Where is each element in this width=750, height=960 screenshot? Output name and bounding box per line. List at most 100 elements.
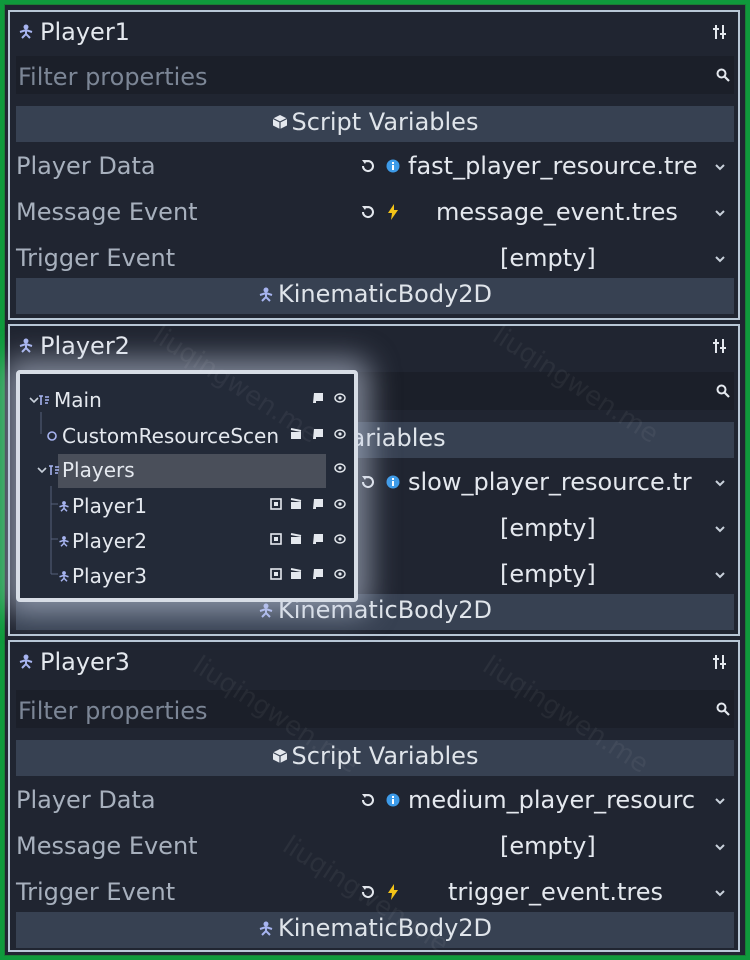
section-kinematic-body[interactable]: KinematicBody2D (16, 912, 734, 948)
script-cube-icon (272, 115, 287, 129)
eye-icon[interactable] (334, 498, 346, 510)
revert-icon[interactable] (360, 158, 376, 174)
panel-title: Player2 (40, 332, 130, 360)
property-label: Message Event (16, 832, 198, 860)
chevron-down-icon[interactable] (714, 842, 726, 852)
node2d-icon (49, 465, 59, 475)
resource-picker[interactable]: [empty] (352, 238, 734, 278)
eye-icon[interactable] (334, 428, 346, 440)
inspector-panel-player1: Player1 Filter properties Script Variabl… (8, 10, 740, 320)
chevron-down-icon[interactable] (36, 464, 48, 476)
script-icon[interactable] (312, 533, 324, 545)
kinematic-body-icon (19, 24, 33, 39)
resource-value: trigger_event.tres (448, 878, 664, 906)
panel-header: Player3 (10, 642, 738, 682)
section-script-variables[interactable]: Script Variables (16, 106, 734, 142)
property-row-message-event: Message Event [empty] (16, 824, 734, 868)
property-row-player-data: Player Data fast_player_resource.tre (16, 144, 734, 188)
script-icon[interactable] (312, 392, 324, 404)
resource-value: [empty] (500, 832, 596, 860)
resource-value: [empty] (500, 244, 596, 272)
property-label: Trigger Event (16, 878, 176, 906)
tree-label: Player2 (72, 529, 147, 553)
section-kinematic-body[interactable]: KinematicBody2D (16, 278, 734, 314)
chevron-down-icon[interactable] (714, 162, 726, 172)
revert-icon[interactable] (360, 474, 376, 490)
filter-properties-input[interactable]: Filter properties (16, 690, 734, 728)
section-label: KinematicBody2D (277, 280, 493, 308)
section-label: Script Variables (291, 742, 479, 770)
resource-picker[interactable]: [empty] (352, 508, 734, 548)
tree-item-player2[interactable]: Player2 (20, 525, 354, 559)
property-label: Player Data (16, 786, 156, 814)
tools-icon[interactable] (712, 654, 728, 670)
filter-properties-input[interactable]: Filter properties (16, 56, 734, 94)
script-icon[interactable] (312, 428, 324, 440)
inspector-panel-player3: Player3 Filter properties Script Variabl… (8, 640, 740, 952)
kinematic-body-icon (259, 603, 273, 618)
resource-value: medium_player_resourc (408, 786, 696, 814)
chevron-down-icon[interactable] (714, 796, 726, 806)
resource-picker[interactable]: [empty] (352, 826, 734, 866)
tree-item-customresourcescen[interactable]: CustomResourceScen (20, 420, 354, 454)
resource-picker[interactable]: medium_player_resourc (352, 780, 734, 820)
instance-icon[interactable] (270, 498, 282, 510)
kinematic-body-icon (19, 654, 33, 669)
eye-icon[interactable] (334, 533, 346, 545)
info-resource-icon (386, 793, 400, 807)
resource-picker[interactable]: trigger_event.tres (352, 872, 734, 912)
resource-value: [empty] (500, 514, 596, 542)
script-cube-icon (272, 749, 287, 763)
chevron-down-icon[interactable] (714, 478, 726, 488)
tools-icon[interactable] (712, 338, 728, 354)
resource-picker[interactable]: message_event.tres (352, 192, 734, 232)
chevron-down-icon[interactable] (714, 888, 726, 898)
section-script-variables[interactable]: Script Variables (16, 740, 734, 776)
tree-label: Main (54, 388, 102, 412)
chevron-down-icon[interactable] (714, 254, 726, 264)
lightning-signal-icon (388, 884, 398, 900)
revert-icon[interactable] (360, 792, 376, 808)
eye-icon[interactable] (334, 462, 346, 474)
property-label: Trigger Event (16, 244, 176, 272)
property-label: Message Event (16, 198, 198, 226)
tree-item-player1[interactable]: Player1 (20, 490, 354, 524)
scene-tree-popup: Main CustomResourceScen Players Player1 … (16, 370, 358, 602)
clapperboard-icon[interactable] (290, 568, 302, 580)
revert-icon[interactable] (360, 884, 376, 900)
script-icon[interactable] (312, 498, 324, 510)
chevron-down-icon[interactable] (714, 208, 726, 218)
section-label: KinematicBody2D (277, 914, 493, 942)
eye-icon[interactable] (334, 568, 346, 580)
revert-icon[interactable] (360, 204, 376, 220)
tree-item-player3[interactable]: Player3 (20, 560, 354, 594)
instance-icon[interactable] (270, 568, 282, 580)
tree-label: Player1 (72, 494, 147, 518)
property-row-message-event: Message Event message_event.tres (16, 190, 734, 234)
tree-label: Players (62, 458, 135, 482)
clapperboard-icon[interactable] (290, 498, 302, 510)
tree-item-main[interactable]: Main (20, 384, 354, 418)
instance-icon[interactable] (270, 533, 282, 545)
resource-value: fast_player_resource.tre (408, 152, 698, 180)
kinematic-body-icon (259, 921, 273, 936)
kinematic-body-icon (259, 287, 273, 302)
chevron-down-icon[interactable] (714, 570, 726, 580)
search-icon (716, 702, 730, 716)
panel-title: Player3 (40, 648, 130, 676)
resource-picker[interactable]: slow_player_resource.tr (352, 462, 734, 502)
tree-item-players[interactable]: Players (20, 454, 354, 488)
resource-picker[interactable]: fast_player_resource.tre (352, 146, 734, 186)
panel-title: Player1 (40, 18, 130, 46)
kinematic-body-icon (59, 501, 69, 512)
clapperboard-icon[interactable] (290, 533, 302, 545)
eye-icon[interactable] (334, 392, 346, 404)
resource-picker[interactable]: [empty] (352, 554, 734, 594)
clapperboard-icon[interactable] (290, 428, 302, 440)
tools-icon[interactable] (712, 24, 728, 40)
kinematic-body-icon (59, 571, 69, 582)
tree-label: Player3 (72, 564, 147, 588)
script-icon[interactable] (312, 568, 324, 580)
panel-header: Player1 (10, 12, 738, 52)
chevron-down-icon[interactable] (714, 524, 726, 534)
